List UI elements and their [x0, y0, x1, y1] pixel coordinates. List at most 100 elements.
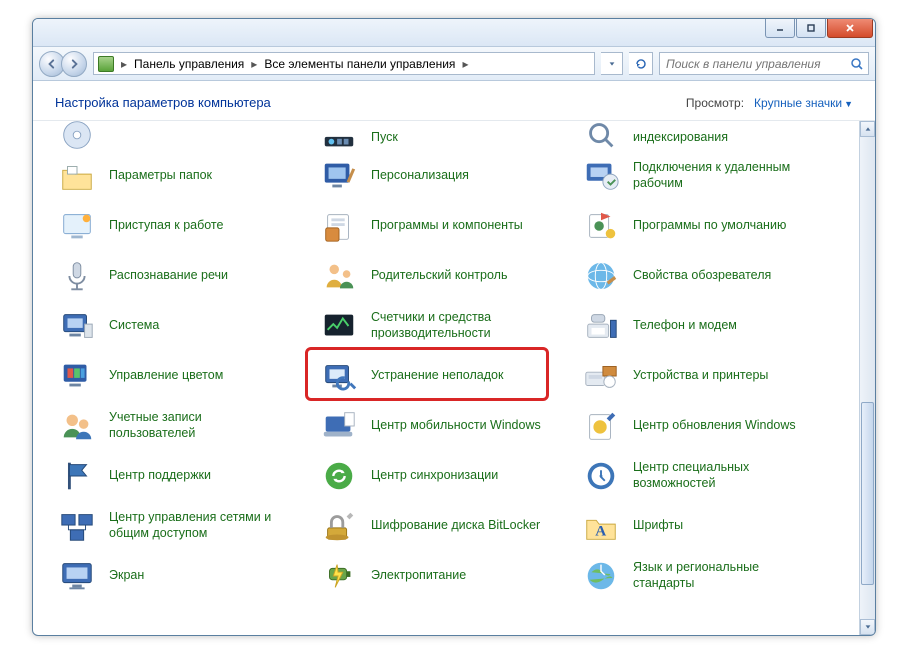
user-accounts-icon: [57, 406, 97, 446]
indexing-icon: [581, 128, 621, 148]
scroll-thumb[interactable]: [861, 402, 874, 585]
cp-item-sync[interactable]: Центр синхронизации: [315, 451, 577, 501]
programs-icon: [319, 206, 359, 246]
cp-item-display[interactable]: Экран: [53, 551, 315, 601]
cp-item-mobility[interactable]: Центр мобильности Windows: [315, 401, 577, 451]
cp-item-label: Родительский контроль: [371, 268, 507, 284]
mobility-icon: [319, 406, 359, 446]
subheader: Настройка параметров компьютера Просмотр…: [33, 81, 875, 121]
cp-item-label: Персонализация: [371, 168, 469, 184]
search-icon: [850, 57, 864, 71]
control-panel-window: ▸ Панель управления ▸ Все элементы панел…: [32, 18, 876, 636]
cp-item-label: Устранение неполадок: [371, 368, 503, 384]
color-mgmt-icon: [57, 356, 97, 396]
parental-icon: [319, 256, 359, 296]
cp-item-label: Управление цветом: [109, 368, 223, 384]
power-icon: [319, 556, 359, 596]
refresh-button[interactable]: [629, 52, 653, 75]
fonts-icon: [581, 506, 621, 546]
cp-item-indexing[interactable]: индексирования: [577, 125, 839, 151]
devices-icon: [581, 356, 621, 396]
cp-item-label: Учетные записи пользователей: [109, 410, 289, 441]
cp-item-label: Программы и компоненты: [371, 218, 523, 234]
cp-item-label: Экран: [109, 568, 144, 584]
cp-item-folder-options[interactable]: Параметры папок: [53, 151, 315, 201]
system-icon: [57, 306, 97, 346]
cp-item-network[interactable]: Центр управления сетями и общим доступом: [53, 501, 315, 551]
cp-item-label: Распознавание речи: [109, 268, 228, 284]
cp-item-microphone[interactable]: Распознавание речи: [53, 251, 315, 301]
cp-item-getting-started[interactable]: Приступая к работе: [53, 201, 315, 251]
vertical-scrollbar[interactable]: [859, 121, 875, 635]
page-title: Настройка параметров компьютера: [55, 95, 271, 110]
cp-item-label: Свойства обозревателя: [633, 268, 771, 284]
cp-item-ease[interactable]: Центр специальных возможностей: [577, 451, 839, 501]
maximize-button[interactable]: [796, 19, 826, 38]
cp-item-label: Система: [109, 318, 159, 334]
sync-icon: [319, 456, 359, 496]
view-by-dropdown[interactable]: Крупные значки▼: [754, 96, 853, 110]
cp-item-label: Подключения к удаленным рабочим: [633, 160, 813, 191]
network-icon: [57, 506, 97, 546]
breadcrumb-seg-2[interactable]: Все элементы панели управления: [260, 57, 459, 71]
breadcrumb-arrow-icon[interactable]: ▸: [118, 57, 130, 71]
scroll-track[interactable]: [860, 137, 875, 619]
close-button[interactable]: [827, 19, 873, 38]
cp-item-label: Электропитание: [371, 568, 466, 584]
folder-options-icon: [57, 156, 97, 196]
cp-item-remote[interactable]: Подключения к удаленным рабочим: [577, 151, 839, 201]
bitlocker-icon: [319, 506, 359, 546]
view-by-label: Просмотр:: [686, 96, 744, 110]
breadcrumb-dropdown-button[interactable]: [601, 52, 623, 75]
search-box[interactable]: [659, 52, 869, 75]
cp-item-label: Центр специальных возможностей: [633, 460, 813, 491]
cp-item-color-mgmt[interactable]: Управление цветом: [53, 351, 315, 401]
cp-item-action-flag[interactable]: Центр поддержки: [53, 451, 315, 501]
cp-item-label: индексирования: [633, 130, 728, 146]
scroll-up-button[interactable]: [860, 121, 875, 137]
cp-item-generic-disc[interactable]: [53, 125, 315, 151]
cp-item-performance[interactable]: Счетчики и средства производительности: [315, 301, 577, 351]
minimize-button[interactable]: [765, 19, 795, 38]
cp-item-label: Параметры папок: [109, 168, 212, 184]
cp-item-system[interactable]: Система: [53, 301, 315, 351]
search-input[interactable]: [664, 56, 850, 72]
cp-item-internet[interactable]: Свойства обозревателя: [577, 251, 839, 301]
cp-item-label: Телефон и модем: [633, 318, 737, 334]
breadcrumb-arrow-icon[interactable]: ▸: [459, 57, 471, 71]
cp-item-programs[interactable]: Программы и компоненты: [315, 201, 577, 251]
cp-item-region[interactable]: Язык и региональные стандарты: [577, 551, 839, 601]
cp-item-label: Центр мобильности Windows: [371, 418, 541, 434]
cp-item-phone[interactable]: Телефон и модем: [577, 301, 839, 351]
cp-item-label: Центр управления сетями и общим доступом: [109, 510, 289, 541]
cp-item-parental[interactable]: Родительский контроль: [315, 251, 577, 301]
cp-item-defaults[interactable]: Программы по умолчанию: [577, 201, 839, 251]
troubleshoot-icon: [319, 356, 359, 396]
cp-item-troubleshoot[interactable]: Устранение неполадок: [315, 351, 577, 401]
scroll-down-button[interactable]: [860, 619, 875, 635]
region-icon: [581, 556, 621, 596]
items-area: Параметры папок Приступая к работе Распозн…: [33, 121, 859, 635]
cp-item-power[interactable]: Электропитание: [315, 551, 577, 601]
address-breadcrumb[interactable]: ▸ Панель управления ▸ Все элементы панел…: [93, 52, 595, 75]
internet-icon: [581, 256, 621, 296]
cp-item-fonts[interactable]: Шрифты: [577, 501, 839, 551]
breadcrumb-arrow-icon[interactable]: ▸: [248, 57, 260, 71]
view-by: Просмотр: Крупные значки▼: [686, 96, 853, 110]
cp-item-personalization[interactable]: Персонализация: [315, 151, 577, 201]
cp-item-taskbar[interactable]: Пуск: [315, 125, 577, 151]
breadcrumb-seg-1[interactable]: Панель управления: [130, 57, 248, 71]
titlebar: [33, 19, 875, 47]
cp-item-label: Шифрование диска BitLocker: [371, 518, 540, 534]
cp-item-label: Пуск: [371, 130, 398, 146]
forward-button[interactable]: [61, 51, 87, 77]
cp-item-update[interactable]: Центр обновления Windows: [577, 401, 839, 451]
cp-item-label: Центр поддержки: [109, 468, 211, 484]
cp-item-bitlocker[interactable]: Шифрование диска BitLocker: [315, 501, 577, 551]
cp-item-label: Язык и региональные стандарты: [633, 560, 813, 591]
remote-icon: [581, 156, 621, 196]
display-icon: [57, 556, 97, 596]
update-icon: [581, 406, 621, 446]
cp-item-devices[interactable]: Устройства и принтеры: [577, 351, 839, 401]
cp-item-user-accounts[interactable]: Учетные записи пользователей: [53, 401, 315, 451]
